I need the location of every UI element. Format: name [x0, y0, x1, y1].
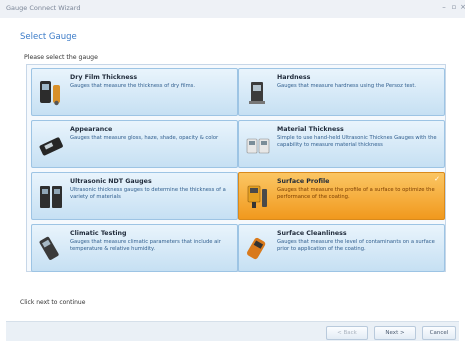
cleanliness-gauge-icon [247, 237, 266, 260]
tile-description: Gauges that measure hardness using the P… [277, 83, 417, 89]
tile-surface-profile[interactable]: Surface Profile Gauges that measure the … [238, 172, 445, 220]
tile-description: Simple to use hand-held Ultrasonic Thick… [277, 135, 437, 149]
dry-film-gauge-icon [40, 81, 60, 106]
gauge-grid: Dry Film Thickness Gauges that measure t… [26, 64, 446, 272]
tile-dry-film-thickness[interactable]: Dry Film Thickness Gauges that measure t… [31, 68, 238, 116]
tile-title: Dry Film Thickness [70, 74, 138, 81]
tile-description: Ultrasonic thickness gauges to determine… [70, 187, 226, 201]
maximize-icon[interactable]: ▫ [450, 3, 458, 11]
tile-title: Appearance [70, 126, 113, 133]
minimize-icon[interactable]: – [440, 3, 448, 11]
tile-ultrasonic-ndt-gauges[interactable]: Ultrasonic NDT Gauges Ultrasonic thickne… [31, 172, 238, 220]
tile-description: Gauges that measure the thickness of dry… [70, 83, 196, 89]
close-icon[interactable]: × [459, 3, 465, 11]
instruction-text: Please select the gauge [24, 54, 98, 61]
tile-description: Gauges that measure climatic parameters … [70, 239, 221, 253]
title-bar: Gauge Connect Wizard – ▫ × [0, 0, 465, 18]
surface-profile-gauge-icon [247, 185, 267, 208]
tile-hardness[interactable]: Hardness Gauges that measure hardness us… [238, 68, 445, 116]
tile-title: Surface Cleanliness [277, 230, 347, 237]
tile-material-thickness[interactable]: Material Thickness Simple to use hand-he… [238, 120, 445, 168]
hardness-gauge-icon [249, 82, 265, 104]
window-title: Gauge Connect Wizard [6, 4, 81, 12]
tile-description: Gauges that measure gloss, haze, shade, … [70, 135, 219, 141]
button-bar: < Back Next > Cancel [6, 321, 459, 341]
tile-climatic-testing[interactable]: Climatic Testing Gauges that measure cli… [31, 224, 238, 272]
ultrasonic-gauge-icon [40, 186, 62, 208]
tile-description: Gauges that measure the profile of a sur… [277, 187, 435, 201]
next-button[interactable]: Next > [374, 326, 416, 340]
material-thickness-gauge-icon [246, 138, 270, 154]
tile-title: Surface Profile [277, 178, 330, 185]
tile-title: Climatic Testing [70, 230, 127, 237]
tile-appearance[interactable]: Appearance Gauges that measure gloss, ha… [31, 120, 238, 168]
tile-description: Gauges that measure the level of contami… [277, 239, 435, 253]
page-title: Select Gauge [20, 32, 77, 42]
continue-hint: Click next to continue [20, 299, 86, 306]
tile-title: Material Thickness [277, 126, 344, 133]
tile-title: Ultrasonic NDT Gauges [70, 178, 152, 185]
cancel-button[interactable]: Cancel [422, 326, 456, 340]
tile-surface-cleanliness[interactable]: Surface Cleanliness Gauges that measure … [238, 224, 445, 272]
tile-title: Hardness [277, 74, 311, 81]
back-button[interactable]: < Back [326, 326, 368, 340]
climatic-gauge-icon [39, 236, 59, 260]
selected-check-icon: ✓ [434, 175, 440, 183]
appearance-gauge-icon [39, 137, 63, 156]
